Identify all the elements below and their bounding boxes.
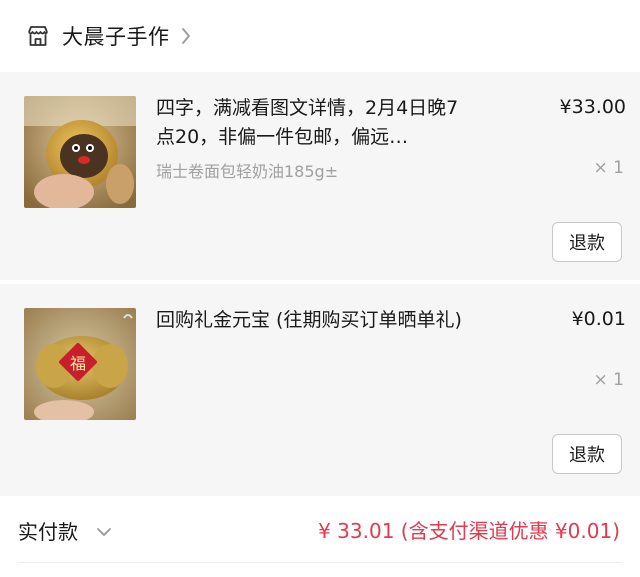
product-price: ¥33.00: [559, 96, 626, 118]
payment-summary[interactable]: 实付款 ¥ 33.01 (含支付渠道优惠 ¥0.01): [0, 496, 640, 562]
product-price: ¥0.01: [571, 308, 626, 330]
product-spec: 瑞士卷面包轻奶油185g±: [156, 162, 339, 181]
product-quantity: × 1: [593, 370, 624, 390]
refund-button[interactable]: 退款: [552, 222, 622, 262]
product-thumbnail[interactable]: [24, 96, 136, 208]
product-quantity: × 1: [593, 158, 624, 178]
payment-amount: ¥ 33.01 (含支付渠道优惠 ¥0.01): [318, 519, 620, 543]
chevron-right-icon: [180, 26, 192, 46]
chevron-down-icon[interactable]: [96, 522, 112, 541]
refund-button[interactable]: 退款: [552, 434, 622, 474]
order-item[interactable]: 四字，满减看图文详情，2月4日晚7点20，非偏一件包邮，偏远… 瑞士卷面包轻奶油…: [0, 72, 640, 284]
order-item[interactable]: 福 回购礼金元宝 (往期购买订单晒单礼) ¥0.01 × 1 退款: [0, 284, 640, 496]
shop-header[interactable]: 大晨子手作: [0, 0, 640, 72]
divider: [18, 562, 622, 563]
svg-text:福: 福: [70, 354, 86, 373]
payment-label: 实付款: [18, 520, 78, 544]
store-icon: [24, 22, 52, 50]
product-thumbnail[interactable]: 福: [24, 308, 136, 420]
product-title[interactable]: 回购礼金元宝 (往期购买订单晒单礼): [156, 306, 476, 335]
shop-name[interactable]: 大晨子手作: [62, 21, 170, 51]
product-title[interactable]: 四字，满减看图文详情，2月4日晚7点20，非偏一件包邮，偏远…: [156, 94, 476, 152]
